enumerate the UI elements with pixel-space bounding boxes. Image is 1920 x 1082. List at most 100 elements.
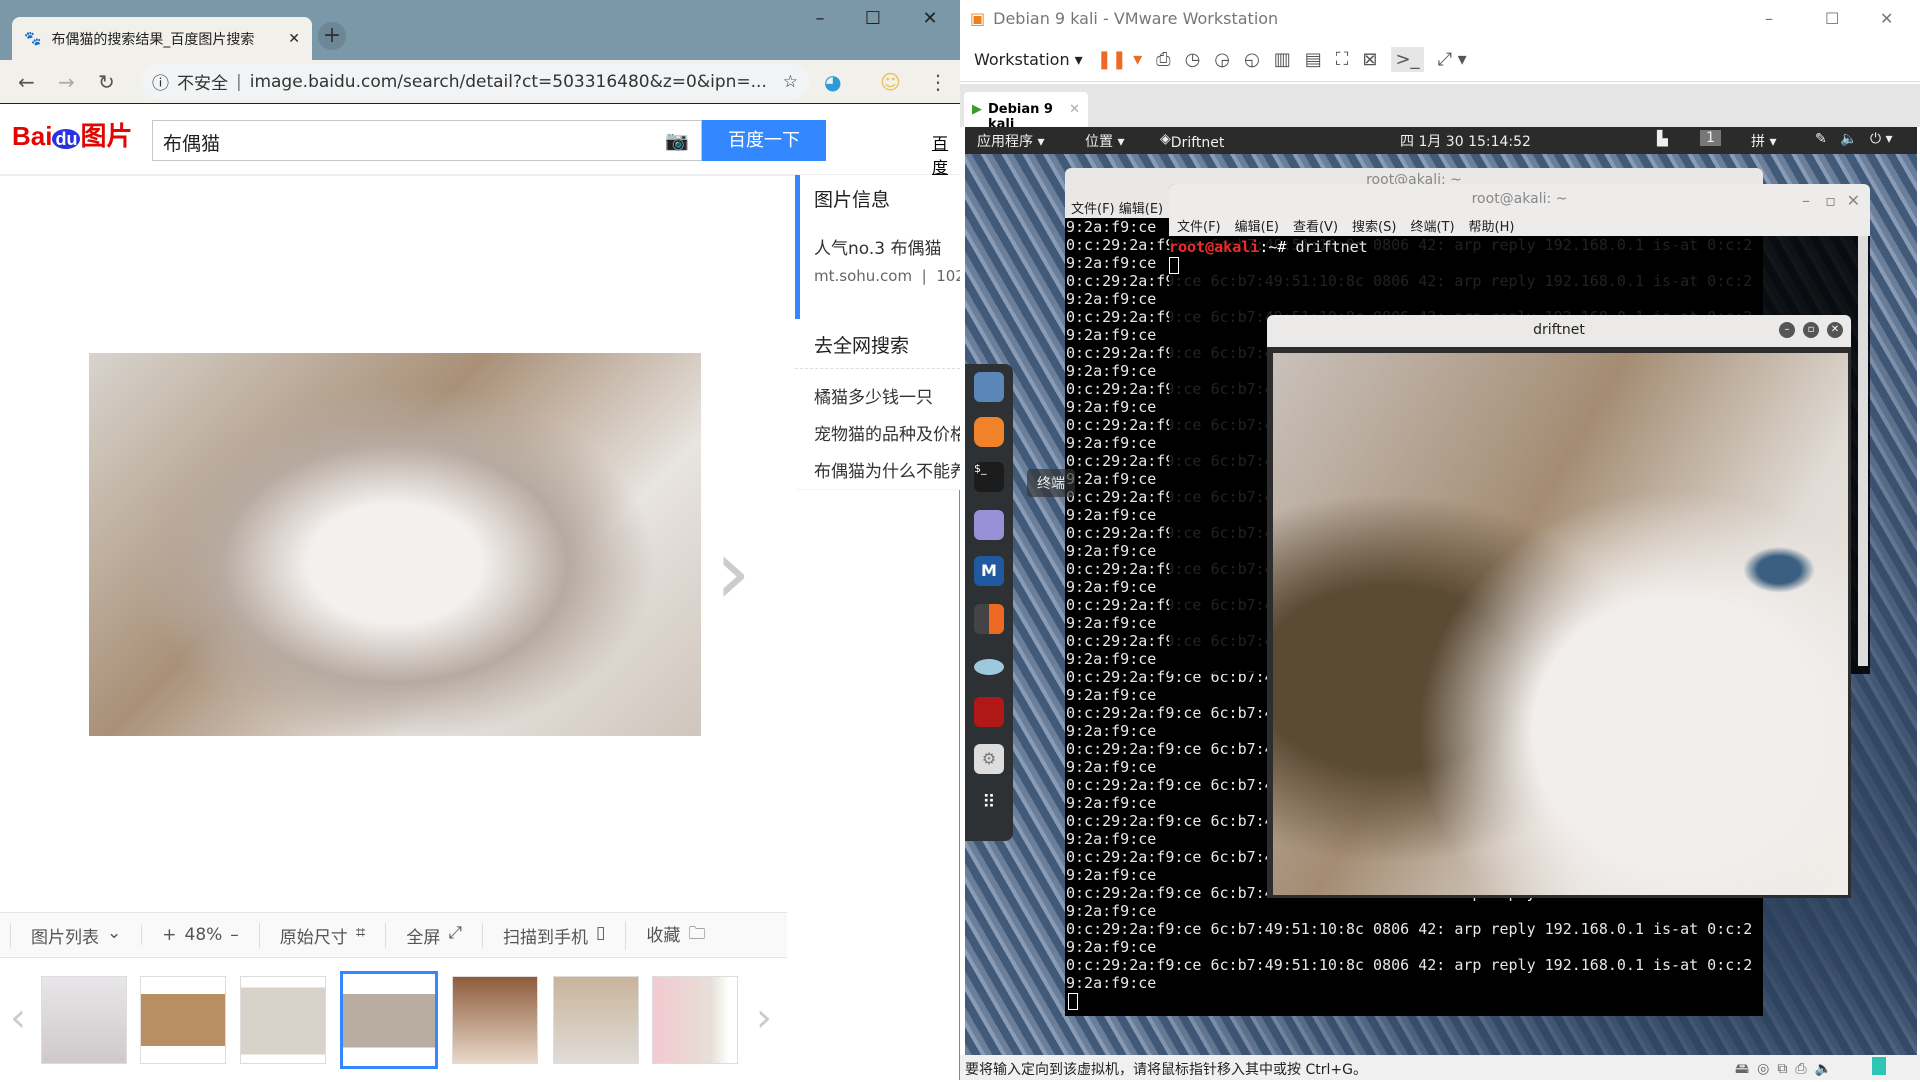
- thumbs-next-arrow[interactable]: ›: [756, 995, 772, 1041]
- snapshot-manager-icon[interactable]: ◵: [1244, 49, 1260, 70]
- send-ctrl-alt-del-icon[interactable]: ⎙: [1156, 49, 1170, 70]
- terminal-menu-item[interactable]: 终端(T): [1410, 216, 1454, 236]
- full-screen-icon[interactable]: ⛶: [1336, 49, 1349, 70]
- close-button[interactable]: ✕: [1827, 322, 1843, 338]
- terminal-menu-item[interactable]: 搜索(S): [1352, 216, 1396, 236]
- snapshot-icon[interactable]: ◷: [1185, 49, 1201, 70]
- thumbs-prev-arrow[interactable]: ‹: [10, 995, 26, 1041]
- back-icon[interactable]: ←: [18, 70, 35, 94]
- zoom-out-icon[interactable]: –: [230, 925, 239, 945]
- dash-dock: $_ M ⚙ ⠿: [965, 364, 1013, 841]
- thumbnail-selected[interactable]: [340, 971, 438, 1069]
- maximize-button[interactable]: ▫: [1803, 322, 1819, 338]
- active-app-menu[interactable]: ◈ Driftnet ▾: [1160, 131, 1224, 167]
- minimize-button[interactable]: –: [1779, 322, 1795, 338]
- terminal-icon[interactable]: $_: [974, 462, 1004, 492]
- firefox-icon[interactable]: [974, 417, 1004, 447]
- minimize-button[interactable]: –: [805, 8, 835, 29]
- related-link[interactable]: 布偶猫为什么不能养: [795, 457, 960, 482]
- original-size-button[interactable]: 原始尺寸 ⌗: [258, 922, 386, 948]
- terminal-menu-item[interactable]: 查看(V): [1293, 216, 1338, 236]
- minimize-button[interactable]: –: [1765, 9, 1773, 28]
- baidu-logo[interactable]: Bai du 图片: [12, 116, 132, 153]
- workspace-indicator[interactable]: 1: [1700, 130, 1721, 146]
- cherrytree-icon[interactable]: [974, 697, 1004, 727]
- stretch-icon[interactable]: ⤢ ▾: [1438, 49, 1467, 70]
- show-library-icon[interactable]: ▥: [1274, 49, 1291, 70]
- collect-button[interactable]: 收藏 🗀: [625, 920, 725, 950]
- metasploit-icon[interactable]: M: [974, 556, 1004, 586]
- forward-icon[interactable]: →: [58, 70, 75, 94]
- thumbnail[interactable]: [553, 976, 639, 1064]
- related-link[interactable]: 宠物猫的品种及价格: [795, 420, 960, 445]
- text-editor-icon[interactable]: [974, 510, 1004, 540]
- power-icon[interactable]: ⏻ ▾: [1870, 131, 1893, 147]
- tab-close-icon[interactable]: ✕: [1069, 102, 1080, 117]
- maltego-eye-icon[interactable]: [974, 659, 1004, 675]
- driftnet-window[interactable]: driftnet – ▫ ✕: [1267, 315, 1851, 898]
- applications-menu[interactable]: 应用程序 ▾: [977, 131, 1044, 151]
- revert-snapshot-icon[interactable]: ◶: [1214, 49, 1230, 70]
- workstation-menu[interactable]: Workstation ▾: [974, 50, 1083, 69]
- browser-tab[interactable]: 🐾 布偶猫的搜索结果_百度图片搜索 ✕: [12, 17, 312, 60]
- input-method-menu[interactable]: 拼 ▾: [1751, 131, 1776, 151]
- places-menu[interactable]: 位置 ▾: [1085, 131, 1124, 151]
- maximize-button[interactable]: ☐: [858, 8, 888, 29]
- reload-icon[interactable]: ↻: [98, 70, 115, 94]
- tab-close-icon[interactable]: ✕: [288, 31, 300, 47]
- related-link[interactable]: 橘猫多少钱一只: [795, 383, 960, 408]
- bookmark-star-icon[interactable]: ☆: [783, 72, 798, 92]
- thumbnail[interactable]: [140, 976, 226, 1064]
- search-button[interactable]: 百度一下: [702, 120, 826, 161]
- zoom-in-icon[interactable]: +: [162, 925, 176, 945]
- files-icon[interactable]: [974, 372, 1004, 402]
- volume-icon[interactable]: 🔈: [1840, 131, 1857, 147]
- maximize-button[interactable]: ▫: [1825, 191, 1836, 210]
- menu-icon[interactable]: ⋮: [928, 70, 948, 94]
- unity-icon[interactable]: ⊠: [1362, 49, 1377, 70]
- terminal-menu-item[interactable]: 文件(F): [1177, 216, 1221, 236]
- header-link[interactable]: 百度: [932, 130, 959, 178]
- close-button[interactable]: ✕: [1847, 191, 1860, 210]
- search-input[interactable]: 布偶猫 📷: [152, 120, 702, 161]
- clock[interactable]: 四 1月 30 15:14:52: [1400, 131, 1531, 151]
- next-image-arrow[interactable]: ›: [715, 520, 751, 625]
- show-applications-icon[interactable]: ⠿: [974, 792, 1004, 822]
- device-icons[interactable]: 🖴◎⧉⎙🔈: [1735, 1058, 1840, 1082]
- main-cat-image[interactable]: [89, 353, 701, 736]
- prompt-path: :~#: [1259, 238, 1296, 256]
- settings-icon[interactable]: ⚙: [974, 744, 1004, 774]
- terminal-menubar: 文件(F) 编辑(E) 查看(V) 搜索(S) 终端(T) 帮助(H): [1169, 216, 1870, 236]
- thumbnail[interactable]: [41, 976, 127, 1064]
- message-icon[interactable]: [1872, 1057, 1886, 1075]
- image-title-link[interactable]: 人气no.3 布偶猫: [800, 234, 960, 259]
- fullscreen-button[interactable]: 全屏 ⤢: [385, 922, 482, 948]
- source-link[interactable]: mt.sohu.com: [814, 267, 912, 285]
- thumbnail-bar-icon[interactable]: ▤: [1305, 49, 1322, 70]
- console-view-icon[interactable]: >_: [1391, 47, 1424, 72]
- address-bar[interactable]: ⓘ 不安全 | image.baidu.com/search/detail?ct…: [140, 64, 810, 99]
- close-button[interactable]: ✕: [1880, 9, 1893, 28]
- terminal-menu-item[interactable]: 编辑(E): [1235, 216, 1279, 236]
- scan-to-phone-button[interactable]: 扫描到手机 ▯: [481, 922, 625, 948]
- image-list-button[interactable]: 图片列表 ⌄: [10, 922, 141, 948]
- maximize-button[interactable]: ☐: [1825, 9, 1839, 28]
- profile-avatar-icon[interactable]: ☺: [880, 70, 901, 94]
- scrollbar[interactable]: [1858, 236, 1868, 666]
- vm-tab[interactable]: ▶ Debian 9 kali ✕: [964, 92, 1088, 132]
- thumbnail[interactable]: [240, 976, 326, 1064]
- terminal-menu[interactable]: 文件(F) 编辑(E): [1071, 198, 1163, 217]
- info-icon[interactable]: ⓘ: [152, 69, 169, 94]
- zoom-level: 48%: [184, 925, 223, 945]
- vmware-title: Debian 9 kali - VMware Workstation: [993, 9, 1279, 28]
- pause-icon[interactable]: ❚❚ ▾: [1097, 49, 1142, 70]
- camera-icon[interactable]: 📷: [665, 129, 689, 152]
- burpsuite-icon[interactable]: [974, 604, 1004, 634]
- terminal-menu-item[interactable]: 帮助(H): [1469, 216, 1515, 236]
- minimize-button[interactable]: –: [1802, 191, 1810, 210]
- thumbnail[interactable]: [652, 976, 738, 1064]
- thumbnail[interactable]: [452, 976, 538, 1064]
- close-button[interactable]: ✕: [915, 8, 945, 29]
- extension-icon[interactable]: ◕: [824, 70, 841, 94]
- new-tab-button[interactable]: +: [318, 22, 346, 50]
